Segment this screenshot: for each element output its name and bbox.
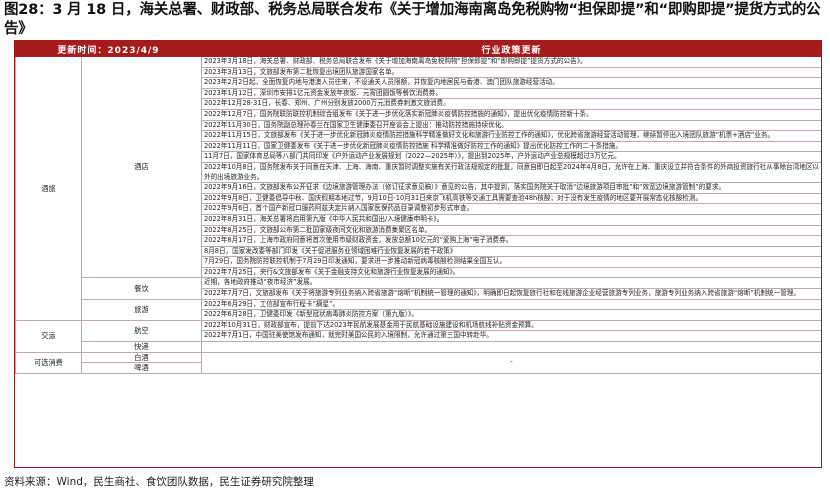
- policy-item: 2022年11月15日，文旅部发布《关于进一步优化新冠肺炎疫情防控措施科学精准做…: [201, 130, 821, 142]
- table-header-row: 更新时间：2023/4/9 行业政策更新: [15, 41, 821, 57]
- category-hotel-tourism: 酒旅: [15, 56, 82, 321]
- subcategory-baijiu: 白酒: [81, 351, 202, 364]
- category-optional: 可选消费: [15, 351, 82, 374]
- table-row: 酒旅 酒店 2023年3月18日，海关总署、财政部、税务总局联合发布《关于增加海…: [15, 55, 821, 321]
- policy-item: 2022年7月1日，中国驻美使馆发布通知，就完时美国公民的入境限制，允许通过第三…: [201, 330, 821, 343]
- policy-item: 2022年11月11日，国家卫健委发布《关于进一步优化新冠肺炎疫情防控措施 科学…: [201, 140, 821, 153]
- table-row: 交运 航空 2022年10月31日，财政部宣布，提前下达2023年民航发展基金用…: [15, 319, 821, 353]
- subcategory-aviation: 航空: [81, 319, 202, 343]
- policy-item-empty: [201, 341, 821, 353]
- header-update-time: 更新时间：2023/4/9: [15, 41, 202, 57]
- policy-table: 更新时间：2023/4/9 行业政策更新 酒旅 酒店 2023年3月18日，海关…: [14, 40, 822, 468]
- policy-item: 2022年8月17日，上海市政府同意将首次使用市级财政资金，发放总额10亿元的“…: [201, 235, 821, 247]
- policy-item: 8月8日，国家发改委等部门印发《关于促进服务业领域困难行业恢复发展的若干政策》: [201, 245, 821, 258]
- policy-item: 2022年6月28日，卫健委印发《新型冠状病毒肺炎防控方案（第九版）》。: [201, 309, 821, 321]
- source-note: 资料来源：Wind，民生商社、食饮团队数据，民生证券研究院整理: [4, 476, 314, 488]
- policy-item: 2022年9月8日，卫健委倡导中秋、国庆假期本地过节，9月10日-10月31日来…: [201, 192, 821, 205]
- policy-item: 7月29日，国务院防控联控机制于7月29日印发通知，要求进一步推动新冠病毒核酸检…: [201, 256, 821, 268]
- table-row: 快递: [16, 341, 821, 353]
- subcategory-hotel: 酒店: [81, 55, 202, 279]
- policy-item: 2023年2月2日起，全面恢复内地与港澳人员往来，不设通关人员限额，并恢复内地居…: [201, 77, 821, 89]
- subcategory-beer: 啤酒: [81, 362, 202, 374]
- policy-item: 2022年7月25日，央行&文旅部发布《关于金融支持文化和旅游行业恢复发展的通知…: [201, 266, 821, 279]
- policy-item: 2022年11月30日，国务院副总理孙春兰在国家卫生健康委召开座谈会上提出：推动…: [201, 119, 821, 132]
- policy-item: 2022年8月25日，文旅部公布第二批国家级夜间文化和旅游消费集聚区名单。: [201, 224, 821, 237]
- policy-table-grid: 更新时间：2023/4/9 行业政策更新 酒旅 酒店 2023年3月18日，海关…: [15, 41, 821, 374]
- policy-item: 2022年9月6日，首个国产新冠口服药阿兹夫定片纳入国家医保药品目录调整初步形式…: [201, 203, 821, 215]
- policy-item: 2022年6月29日，工信部宣布行程卡“摘星”。: [201, 298, 821, 311]
- table-row: 旅游 2022年6月29日，工信部宣布行程卡“摘星”。: [16, 298, 821, 321]
- policy-item: 2023年1月12日，深圳市安排1亿元资金发放年夜饭、元宵团圆饭等餐饮消费券。: [201, 87, 821, 100]
- policy-item: 2022年7月7日，文旅部发布《关于将旅游专列业务纳入跨省旅游“熔断”机制统一管…: [201, 288, 821, 300]
- policy-item: 11月7日，国家体育总局等八部门共同印发《户外运动产业发展规划（2022—202…: [201, 151, 821, 163]
- policy-item: 2023年3月18日，海关总署、财政部、税务总局联合发布《关于增加海南离岛免税购…: [201, 56, 821, 68]
- figure-title: 图28：3 月 18 日，海关总署、财政部、税务总局联合发布《关于增加海南离岛免…: [4, 2, 821, 37]
- header-policy-update: 行业政策更新: [201, 41, 821, 57]
- subcategory-catering: 餐饮: [81, 277, 202, 300]
- policy-item: 2022年9月16日，文旅部发布公开征求《边境旅游管理办法（修订征求意见稿）》意…: [201, 182, 821, 194]
- policy-item: 2023年3月13日，文旅部发布第二批恢复出境团队旅游国家名单。: [201, 66, 821, 79]
- category-transport: 交运: [15, 319, 82, 353]
- policy-item: 2022年12月28-31日，长春、郑州、广州分别发放2000万元消费券刺激文旅…: [201, 98, 821, 110]
- policy-item: 2022年8月31日，海关总署将启用第九版《中华人民共和国出/入境健康申明卡》。: [201, 213, 821, 226]
- subcategory-tourism: 旅游: [81, 298, 202, 321]
- table-row: 可选消费 白酒 -: [15, 351, 821, 374]
- policy-item-dash: -: [201, 351, 821, 374]
- policy-item: 2022年10月31日，财政部宣布，提前下达2023年民航发展基金用于民航基础设…: [201, 319, 821, 332]
- policy-item: 近期，各地政府推动“夜市经济”发展。: [201, 277, 821, 290]
- table-row: 餐饮 近期，各地政府推动“夜市经济”发展。: [16, 277, 821, 300]
- policy-item: 2022年10月8日，国务院发布关于同意在天津、上海、海南、重庆暂时调整实施有关…: [201, 161, 821, 184]
- policy-item: 2022年12月7日，国务院联防联控机制综合组发布《关于进一步优化落实新冠肺炎疫…: [201, 108, 821, 121]
- subcategory-express: 快递: [81, 341, 202, 353]
